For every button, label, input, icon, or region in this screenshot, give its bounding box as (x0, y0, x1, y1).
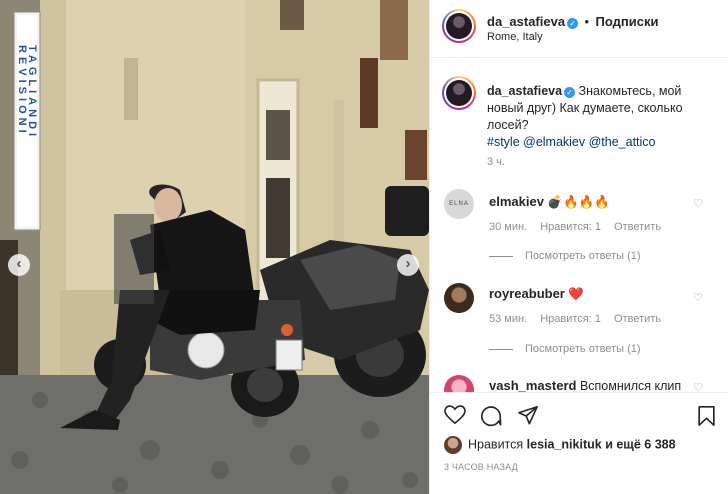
bookmark-icon[interactable] (697, 405, 716, 427)
post-photo[interactable]: REVISIONI TAGLIANDI ‹ › (0, 0, 429, 494)
caption-avatar[interactable] (442, 76, 476, 110)
heart-icon[interactable] (444, 405, 466, 425)
comment-avatar[interactable] (444, 283, 474, 313)
share-icon[interactable] (517, 405, 539, 426)
view-replies-button[interactable]: Посмотреть ответы (1) (489, 343, 641, 355)
post-actions: Нравится lesia_nikituk и ещё 6 388 3 ЧАС… (430, 392, 728, 494)
comment-username[interactable]: elmakiev (489, 194, 544, 209)
comment-text-row: vash_masterd Вспомнился клип (489, 378, 681, 392)
comment-text: Вспомнился клип (579, 379, 682, 392)
replies-line (489, 255, 513, 257)
comment-avatar-logo: ELNA (449, 201, 469, 207)
caption-username[interactable]: da_astafieva (487, 84, 562, 98)
view-replies-label: Посмотреть ответы (1) (525, 250, 641, 262)
caption-hashtags[interactable]: #style @elmakiev @the_attico (487, 135, 656, 149)
comment-time[interactable]: 30 мин. (489, 221, 527, 233)
comment-avatar[interactable]: ELNA (444, 189, 474, 219)
reply-button[interactable]: Ответить (614, 221, 661, 233)
chevron-left-icon[interactable]: ‹ (8, 254, 30, 276)
comment-like-icon[interactable]: ♡ (693, 381, 703, 392)
post-header: da_astafieva ✓ • Подписки Rome, Italy (430, 0, 728, 58)
caption-time: 3 ч. (487, 156, 505, 168)
replies-line (489, 348, 513, 350)
comment-likes[interactable]: Нравится: 1 (540, 221, 601, 233)
chevron-right-icon[interactable]: › (397, 254, 419, 276)
reply-button[interactable]: Ответить (614, 313, 661, 325)
comment-text: 💣🔥🔥🔥 (547, 195, 610, 209)
comment-icon[interactable] (480, 405, 502, 427)
verified-badge-icon: ✓ (564, 87, 576, 98)
author-username[interactable]: da_astafieva (487, 14, 565, 29)
comment-like-icon[interactable]: ♡ (693, 291, 703, 304)
verified-badge-icon: ✓ (567, 18, 579, 29)
instagram-post: REVISIONI TAGLIANDI ‹ › da_astafieva ✓ •… (0, 0, 728, 494)
comment-avatar[interactable] (444, 375, 474, 392)
caption: da_astafieva ✓ Знакомьтесь, мой новый дру… (487, 83, 719, 151)
comment-likes[interactable]: Нравится: 1 (540, 313, 601, 325)
comment-text: ❤️ (568, 287, 584, 301)
likes-prefix: Нравится (468, 437, 524, 452)
likes-count[interactable]: и ещё 6 388 (605, 437, 675, 451)
photo-scene: REVISIONI TAGLIANDI (0, 0, 429, 494)
liker-username[interactable]: lesia_nikituk (527, 437, 602, 451)
separator: • (584, 14, 590, 29)
header-line: da_astafieva ✓ • Подписки (487, 13, 658, 31)
liker-avatar (444, 436, 462, 454)
comment-time[interactable]: 53 мин. (489, 313, 527, 325)
comment-meta: 53 мин. Нравится: 1 Ответить (489, 313, 671, 325)
comment-text-row: elmakiev 💣🔥🔥🔥 (489, 194, 610, 210)
view-replies-button[interactable]: Посмотреть ответы (1) (489, 250, 641, 262)
author-avatar[interactable] (442, 9, 476, 43)
comment-like-icon[interactable]: ♡ (693, 197, 703, 210)
location-link[interactable]: Rome, Italy (487, 31, 543, 43)
comment-meta: 30 мин. Нравится: 1 Ответить (489, 221, 671, 233)
comment-username[interactable]: vash_masterd (489, 378, 576, 392)
follow-button[interactable]: Подписки (596, 14, 659, 29)
comments-list[interactable]: da_astafieva ✓ Знакомьтесь, мой новый дру… (430, 59, 728, 392)
sign-text-2: TAGLIANDI (26, 45, 38, 140)
view-replies-label: Посмотреть ответы (1) (525, 343, 641, 355)
likes-summary[interactable]: Нравится lesia_nikituk и ещё 6 388 (444, 436, 676, 454)
comment-text-row: royreabuber ❤️ (489, 286, 584, 302)
comment-username[interactable]: royreabuber (489, 286, 565, 301)
post-side-panel: da_astafieva ✓ • Подписки Rome, Italy da_… (429, 0, 728, 494)
post-timestamp[interactable]: 3 ЧАСОВ НАЗАД (444, 462, 518, 472)
